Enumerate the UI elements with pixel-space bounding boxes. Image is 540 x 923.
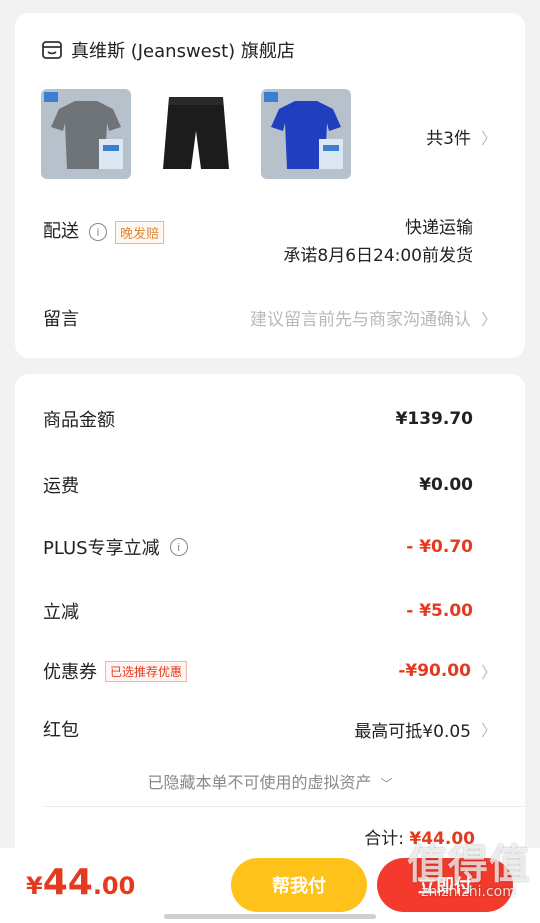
store-name: 真维斯 (Jeanswest) 旗舰店 bbox=[71, 41, 295, 62]
coupon-row[interactable]: 优惠券 已选推荐优惠 -¥90.00 〉 bbox=[43, 656, 497, 686]
goods-amount-row: 商品金额 ¥139.70 bbox=[43, 404, 497, 434]
shipping-details: 快递运输 承诺8月6日24:00前发货 bbox=[283, 214, 473, 270]
goods-amount-label: 商品金额 bbox=[43, 410, 115, 431]
goods-amount-value: ¥139.70 bbox=[395, 409, 473, 429]
late-compensation-tag: 晚发赔 bbox=[115, 220, 165, 244]
instant-discount-value: - ¥5.00 bbox=[406, 601, 473, 621]
price-summary-card: 商品金额 ¥139.70 运费 ¥0.00 PLUS专享立减 i - ¥0.70 … bbox=[15, 374, 525, 874]
instant-discount-row: 立减 - ¥5.00 bbox=[43, 596, 497, 626]
shipping-promise: 承诺8月6日24:00前发货 bbox=[283, 246, 473, 266]
coupon-recommended-tag: 已选推荐优惠 bbox=[105, 660, 188, 682]
product-thumbnails[interactable] bbox=[41, 89, 351, 179]
divider bbox=[43, 806, 525, 807]
chevron-right-icon: 〉 bbox=[480, 309, 497, 329]
home-indicator bbox=[164, 914, 376, 919]
memo-placeholder: 建议留言前先与商家沟通确认 bbox=[249, 310, 471, 330]
memo-input[interactable]: 建议留言前先与商家沟通确认 〉 bbox=[249, 305, 497, 331]
freight-row: 运费 ¥0.00 bbox=[43, 470, 497, 500]
plus-discount-label: PLUS专享立减 bbox=[43, 538, 160, 559]
info-icon[interactable]: i bbox=[169, 538, 188, 556]
item-count-link[interactable]: 共3件 〉 bbox=[426, 124, 497, 150]
coupon-value: -¥90.00 bbox=[398, 661, 471, 681]
plus-discount-row: PLUS专享立减 i - ¥0.70 bbox=[43, 532, 497, 562]
plus-discount-value: - ¥0.70 bbox=[406, 537, 473, 557]
help-me-pay-button[interactable]: 帮我付 bbox=[231, 858, 367, 912]
store-icon bbox=[42, 41, 62, 59]
red-packet-label: 红包 bbox=[43, 720, 79, 741]
payable-amount: ¥44.00 bbox=[26, 862, 135, 903]
product-thumb-black-shorts[interactable] bbox=[151, 89, 241, 179]
shipping-method: 快递运输 bbox=[405, 218, 473, 238]
watermark-url: zhizhizhi.com bbox=[421, 884, 516, 900]
hidden-assets-toggle[interactable]: 已隐藏本单不可使用的虚拟资产 ﹀ bbox=[15, 769, 525, 793]
chevron-right-icon: 〉 bbox=[480, 721, 497, 740]
payable-decimal: .00 bbox=[92, 872, 136, 900]
watermark: 值得值 zhizhizhi.com bbox=[407, 832, 530, 900]
store-header[interactable]: 真维斯 (Jeanswest) 旗舰店 bbox=[41, 37, 295, 63]
product-thumb-gray-tshirt[interactable] bbox=[41, 89, 131, 179]
hidden-assets-note: 已隐藏本单不可使用的虚拟资产 bbox=[147, 773, 372, 792]
instant-discount-label: 立减 bbox=[43, 602, 79, 623]
coupon-label: 优惠券 bbox=[43, 662, 97, 683]
memo-label: 留言 bbox=[43, 309, 79, 330]
payable-integer: 44 bbox=[42, 862, 93, 903]
red-packet-value: 最高可抵¥0.05 bbox=[354, 721, 471, 742]
chevron-right-icon: 〉 bbox=[480, 128, 497, 148]
watermark-logo-text: 值得值 bbox=[407, 842, 530, 888]
freight-label: 运费 bbox=[43, 476, 79, 497]
shipping-label: 配送 bbox=[43, 221, 79, 242]
product-thumb-blue-tshirt[interactable] bbox=[261, 89, 351, 179]
info-icon[interactable]: i bbox=[89, 223, 107, 241]
shipping-row: 配送 i 晚发赔 bbox=[43, 217, 165, 244]
freight-value: ¥0.00 bbox=[419, 475, 473, 495]
item-count-label: 共3件 bbox=[426, 129, 471, 149]
order-items-card: 真维斯 (Jeanswest) 旗舰店 共3件 〉 配送 i 晚发赔 快递运输 … bbox=[15, 13, 525, 358]
currency-symbol: ¥ bbox=[26, 872, 43, 900]
chevron-right-icon: 〉 bbox=[480, 663, 497, 682]
chevron-down-icon: ﹀ bbox=[380, 777, 393, 791]
red-packet-row[interactable]: 红包 最高可抵¥0.05 〉 bbox=[43, 714, 497, 744]
total-label: 合计: bbox=[364, 829, 404, 849]
